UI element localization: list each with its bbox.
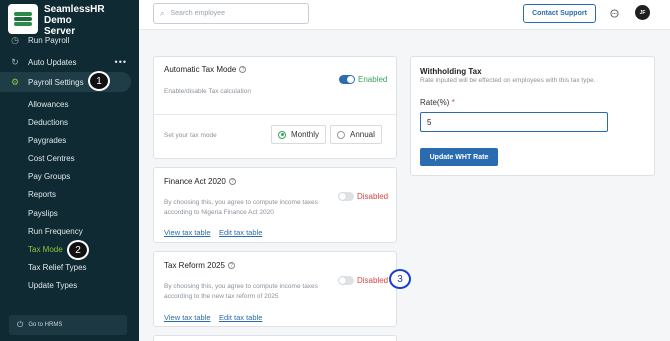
sidebar-item-label: Run Payroll bbox=[28, 35, 70, 45]
rate-input[interactable]: 5 bbox=[420, 112, 608, 132]
tax-mode-label: Set your tax mode bbox=[164, 132, 217, 139]
automatic-tax-mode-card: Automatic Tax Mode? Enabled Enable/disab… bbox=[153, 56, 397, 159]
help-icon[interactable]: ? bbox=[227, 262, 235, 270]
card-description-line2: according to the new tax reform of 2025 bbox=[164, 293, 279, 300]
step-marker-3: 3 bbox=[389, 269, 411, 289]
sidebar-item-label: Payroll Settings bbox=[28, 77, 84, 87]
step-marker-2: 2 bbox=[67, 240, 89, 260]
goto-hrms-label: Go to HRMS bbox=[28, 322, 63, 328]
sidebar-item-payroll-settings[interactable]: ⚙ Payroll Settings bbox=[0, 72, 131, 92]
status-label: Disabled bbox=[357, 192, 389, 201]
edit-tax-table-link[interactable]: Edit tax table bbox=[219, 228, 262, 237]
logo bbox=[8, 4, 38, 34]
chat-icon[interactable] bbox=[610, 9, 619, 20]
step-marker-1: 1 bbox=[88, 71, 110, 91]
sidebar-subitem-pay-groups[interactable]: Pay Groups bbox=[28, 172, 70, 181]
sidebar-item-label: Auto Updates bbox=[28, 57, 77, 67]
brand-line-2: Demo bbox=[44, 15, 72, 26]
card-title-text: Finance Act 2020 bbox=[164, 177, 226, 186]
toggle-knob bbox=[347, 76, 354, 83]
card-description-line1: By choosing this, you agree to compute i… bbox=[164, 199, 318, 206]
monthly-radio[interactable]: Monthly bbox=[271, 125, 326, 144]
card-description-line1: By choosing this, you agree to compute i… bbox=[164, 283, 318, 290]
withholding-tax-card: Withholding Tax Rate inputed will be eff… bbox=[410, 56, 655, 176]
sidebar-subitem-tax-relief-types[interactable]: Tax Relief Types bbox=[28, 263, 87, 272]
status-label: Enabled bbox=[358, 75, 388, 84]
card-title-text: Automatic Tax Mode bbox=[164, 65, 237, 74]
finance-act-2020-card: Finance Act 2020? Disabled By choosing t… bbox=[153, 167, 397, 243]
sidebar-subitem-payslips[interactable]: Payslips bbox=[28, 209, 58, 218]
sidebar-subitem-paygrades[interactable]: Paygrades bbox=[28, 136, 66, 145]
brand-line-1: SeamlessHR bbox=[44, 4, 105, 15]
contact-support-button[interactable]: Contact Support bbox=[523, 4, 596, 23]
gear-icon: ⚙ bbox=[10, 76, 20, 87]
automatic-tax-toggle[interactable] bbox=[339, 75, 355, 84]
card-title: Finance Act 2020? bbox=[164, 177, 236, 186]
divider bbox=[154, 114, 396, 115]
radio-checked-icon bbox=[278, 130, 286, 139]
card-title: Automatic Tax Mode? bbox=[164, 65, 247, 74]
brand: SeamlessHR Demo Server bbox=[8, 4, 105, 37]
card-description: Enable/disable Tax calculation bbox=[164, 88, 251, 95]
sidebar-subitem-deductions[interactable]: Deductions bbox=[28, 118, 68, 127]
sidebar-item-auto-updates[interactable]: ↻ Auto Updates ••• bbox=[0, 53, 139, 71]
annual-radio[interactable]: Annual bbox=[330, 125, 382, 144]
topbar: ⌕ Search employee Contact Support JF bbox=[139, 0, 670, 30]
sidebar-subitem-cost-centres[interactable]: Cost Centres bbox=[28, 154, 75, 163]
radio-label: Monthly bbox=[291, 130, 320, 139]
card-description-line2: according to Nigeria Finance Act 2020 bbox=[164, 209, 274, 216]
search-icon: ⌕ bbox=[160, 8, 165, 18]
card-title: Withholding Tax bbox=[420, 67, 482, 76]
goto-hrms-button[interactable]: ⏻ Go to HRMS bbox=[9, 315, 127, 335]
tax-reform-2025-card: Tax Reform 2025? Disabled By choosing th… bbox=[153, 251, 397, 327]
sidebar: SeamlessHR Demo Server ◷ Run Payroll ↻ A… bbox=[0, 0, 139, 341]
view-tax-table-link[interactable]: View tax table bbox=[164, 228, 211, 237]
finance-act-toggle[interactable] bbox=[338, 192, 354, 201]
toggle-knob bbox=[339, 193, 346, 200]
search-placeholder: Search employee bbox=[170, 10, 225, 17]
edit-tax-table-link[interactable]: Edit tax table bbox=[219, 313, 262, 322]
avatar[interactable]: JF bbox=[635, 5, 650, 20]
card-title-text: Tax Reform 2025 bbox=[164, 261, 225, 270]
clock-icon: ◷ bbox=[11, 34, 19, 45]
logo-icon bbox=[14, 12, 32, 26]
card-subtitle: Rate inputed will be effected on employe… bbox=[420, 77, 596, 84]
help-icon[interactable]: ? bbox=[228, 178, 236, 186]
update-wht-rate-button[interactable]: Update WHT Rate bbox=[420, 148, 498, 166]
sidebar-subitem-update-types[interactable]: Update Types bbox=[28, 281, 77, 290]
sidebar-item-run-payroll[interactable]: ◷ Run Payroll bbox=[0, 34, 139, 46]
rate-label-text: Rate(%) bbox=[420, 98, 450, 107]
more-icon[interactable]: ••• bbox=[115, 57, 127, 67]
rate-label: Rate(%) * bbox=[420, 98, 455, 107]
sidebar-subitem-tax-mode[interactable]: Tax Mode bbox=[28, 245, 63, 254]
power-icon: ⏻ bbox=[17, 320, 24, 329]
sidebar-subitem-allowances[interactable]: Allowances bbox=[28, 100, 68, 109]
radio-unchecked-icon bbox=[337, 130, 345, 139]
status-label: Disabled bbox=[357, 276, 389, 285]
brand-name: SeamlessHR Demo Server bbox=[44, 4, 105, 37]
refresh-icon: ↻ bbox=[11, 56, 19, 67]
required-mark: * bbox=[451, 98, 455, 107]
chat-bubble-svg bbox=[610, 9, 619, 18]
radio-label: Annual bbox=[350, 130, 375, 139]
tax-reform-toggle[interactable] bbox=[338, 276, 354, 285]
toggle-knob bbox=[339, 277, 346, 284]
next-card-partial bbox=[153, 335, 397, 341]
help-icon[interactable]: ? bbox=[239, 66, 247, 74]
search-input[interactable]: ⌕ Search employee bbox=[153, 3, 309, 24]
view-tax-table-link[interactable]: View tax table bbox=[164, 313, 211, 322]
sidebar-subitem-reports[interactable]: Reports bbox=[28, 190, 56, 199]
card-title: Tax Reform 2025? bbox=[164, 261, 235, 270]
sidebar-subitem-run-frequency[interactable]: Run Frequency bbox=[28, 227, 83, 236]
